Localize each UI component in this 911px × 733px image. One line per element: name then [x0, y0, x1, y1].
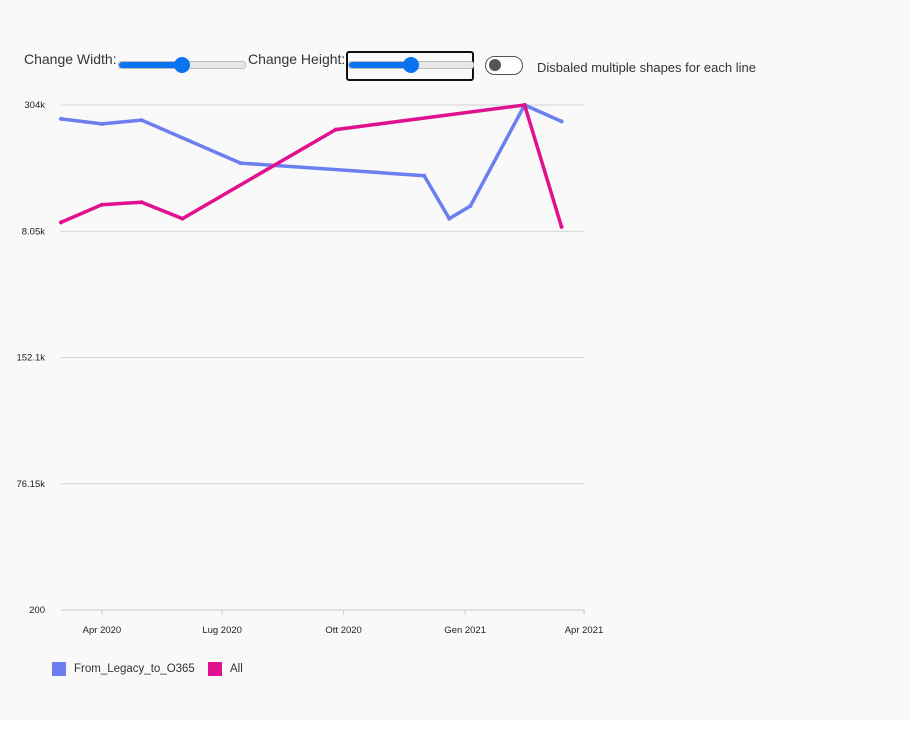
data-point: [422, 173, 427, 178]
y-tick-label: 304k: [24, 100, 45, 111]
height-slider-fill: [349, 62, 411, 68]
data-point: [238, 161, 243, 166]
y-tick-label: 152.1k: [16, 353, 45, 364]
height-slider[interactable]: [348, 57, 474, 73]
legend-label-all[interactable]: All: [230, 663, 243, 675]
data-point: [559, 119, 564, 124]
y-axis-ticks: 304k 8.05k 152.1k 76.15k 200: [16, 100, 45, 616]
x-tick-label: Apr 2021: [565, 625, 604, 636]
data-point: [447, 216, 452, 221]
data-point: [522, 103, 527, 107]
height-slider-thumb[interactable]: [403, 57, 419, 73]
width-slider-thumb[interactable]: [174, 57, 190, 73]
x-tick-label: Ott 2020: [325, 625, 361, 636]
x-tick-label: Apr 2020: [83, 625, 122, 636]
data-point: [99, 121, 104, 126]
chart-panel: Change Width: Change Height: Disbaled mu…: [0, 0, 911, 720]
data-point: [139, 118, 144, 123]
shapes-toggle-label: Disbaled multiple shapes for each line: [537, 60, 756, 75]
chart-controls: Change Width: Change Height: Disbaled mu…: [24, 48, 904, 86]
y-tick-label: 76.15k: [16, 479, 45, 490]
data-point: [333, 127, 338, 132]
legend-swatch-from-legacy[interactable]: [52, 662, 66, 676]
chart-grid: [61, 104, 584, 611]
x-axis: Apr 2020 Lug 2020 Ott 2020 Gen 2021 Apr 2021: [61, 609, 604, 636]
change-height-label: Change Height:: [248, 51, 346, 67]
y-tick-label: 8.05k: [22, 226, 45, 237]
data-point: [559, 224, 564, 229]
toggle-knob: [489, 59, 501, 71]
x-tick-label: Lug 2020: [202, 625, 242, 636]
width-slider[interactable]: [118, 57, 246, 73]
x-tick-label: Gen 2021: [444, 625, 486, 636]
data-point: [468, 204, 473, 208]
data-point: [180, 216, 185, 221]
data-point: [139, 200, 144, 205]
width-slider-fill: [119, 62, 182, 68]
series-line-all: [59, 103, 564, 229]
y-tick-label: 200: [29, 605, 45, 616]
data-point: [59, 116, 63, 121]
data-point: [99, 202, 104, 207]
legend-label-from-legacy[interactable]: From_Legacy_to_O365: [74, 663, 195, 675]
line-chart: 304k 8.05k 152.1k 76.15k 200 Apr 2020 Lug 202…: [16, 100, 604, 636]
data-point: [59, 220, 63, 225]
legend-swatch-all[interactable]: [208, 662, 222, 676]
shapes-toggle[interactable]: [485, 56, 523, 75]
change-width-label: Change Width:: [24, 51, 117, 67]
chart-series: [59, 103, 564, 229]
